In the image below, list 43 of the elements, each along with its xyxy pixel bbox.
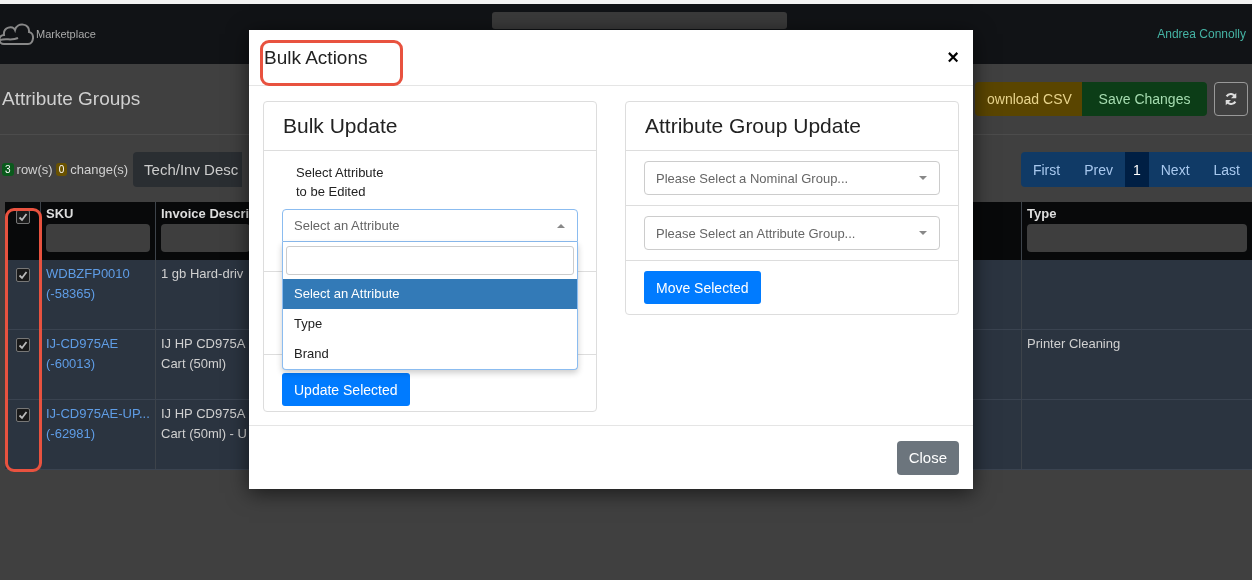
dropdown-option[interactable]: Brand: [283, 339, 577, 369]
update-selected-button[interactable]: Update Selected: [282, 373, 410, 406]
card-title: Attribute Group Update: [645, 114, 861, 138]
action-button[interactable]: ownload CSV: [975, 82, 1082, 116]
sku-id-link[interactable]: (-58365): [46, 284, 150, 304]
modal-title: Bulk Actions: [264, 46, 368, 69]
page-button[interactable]: Last: [1201, 152, 1252, 187]
table-cell-text: 1 gb Hard-driv: [161, 265, 245, 283]
column-header[interactable]: Invoice Descri: [161, 206, 250, 221]
column-toggle-button[interactable]: Tech/Inv Desc: [133, 152, 243, 187]
page-button[interactable]: 1: [1124, 152, 1149, 187]
move-selected-button[interactable]: Move Selected: [644, 271, 761, 304]
group-select[interactable]: Please Select an Attribute Group...: [644, 216, 940, 250]
dropdown-option[interactable]: Type: [283, 309, 577, 339]
change-count-badge: 0: [55, 163, 68, 176]
row-count-label: row(s): [16, 162, 53, 177]
page-title: Attribute Groups: [2, 88, 141, 110]
column-header[interactable]: SKU: [46, 206, 150, 221]
close-button[interactable]: Close: [896, 440, 959, 475]
table-cell-text: Cart (50ml) - U: [161, 425, 248, 443]
group-select[interactable]: Please Select a Nominal Group...: [644, 161, 940, 195]
page-button[interactable]: Next: [1148, 152, 1202, 187]
table-cell-text: IJ HP CD975A: [161, 335, 247, 353]
page-button[interactable]: First: [1020, 152, 1073, 187]
table-cell-text: Printer Cleaning: [1027, 335, 1122, 353]
sku-id-link[interactable]: (-60013): [46, 354, 150, 374]
table-cell-text: IJ HP CD975A: [161, 405, 247, 423]
brand-name[interactable]: Marketplace: [36, 28, 96, 40]
row-count-badge: 3: [2, 163, 14, 176]
column-header[interactable]: Type: [1027, 206, 1247, 221]
change-count-label: change(s): [70, 162, 129, 177]
sku-id-link[interactable]: (-62981): [46, 424, 150, 444]
sku-link[interactable]: IJ-CD975AE-UP...: [46, 404, 150, 424]
dropdown-option[interactable]: Select an Attribute: [283, 279, 577, 309]
field-label: Select Attribute to be Edited: [296, 164, 385, 201]
user-menu[interactable]: Andrea Connolly: [1157, 27, 1246, 41]
card-title: Bulk Update: [283, 114, 398, 138]
action-button[interactable]: Save Changes: [1082, 82, 1207, 116]
sku-link[interactable]: WDBZFP0010: [46, 264, 150, 284]
page-button[interactable]: Prev: [1072, 152, 1125, 187]
sku-link[interactable]: IJ-CD975AE: [46, 334, 150, 354]
table-cell-text: Cart (50ml): [161, 355, 227, 373]
close-button[interactable]: ×: [947, 46, 959, 69]
